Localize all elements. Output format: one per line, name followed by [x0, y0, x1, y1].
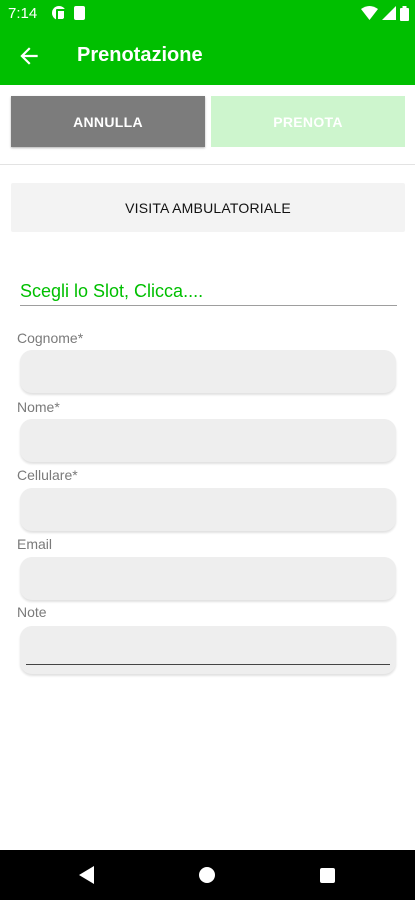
battery-icon	[400, 5, 409, 21]
wifi-icon	[361, 6, 378, 20]
name-label: Nome*	[17, 399, 60, 415]
app-notification-icon	[52, 6, 67, 21]
slot-selector-label: Scegli lo Slot, Clicca....	[20, 281, 204, 301]
name-field[interactable]	[20, 419, 396, 462]
arrow-left-icon[interactable]	[16, 43, 42, 69]
signal-icon	[382, 6, 396, 20]
nav-home-icon[interactable]	[199, 867, 215, 883]
sd-card-icon	[74, 6, 85, 20]
status-time: 7:14	[8, 5, 38, 22]
page-title: Prenotazione	[77, 44, 203, 66]
cancel-button[interactable]: ANNULLA	[11, 96, 205, 147]
navigation-bar	[0, 850, 415, 900]
notes-field[interactable]	[20, 626, 396, 674]
phone-field[interactable]	[20, 488, 396, 531]
email-label: Email	[17, 536, 53, 552]
action-row: ANNULLA PRENOTA	[0, 85, 415, 165]
email-field[interactable]	[20, 557, 396, 600]
service-type-card: VISITA AMBULATORIALE	[11, 183, 405, 232]
status-bar: 7:14	[0, 0, 415, 27]
surname-label: Cognome*	[17, 330, 84, 346]
slot-selector[interactable]: Scegli lo Slot, Clicca....	[20, 278, 397, 306]
notes-underline	[26, 664, 390, 665]
notes-label: Note	[17, 604, 47, 620]
surname-field[interactable]	[20, 350, 396, 393]
nav-recents-icon[interactable]	[320, 868, 335, 883]
service-type-label: VISITA AMBULATORIALE	[125, 199, 291, 216]
phone-label: Cellulare*	[17, 467, 78, 483]
app-bar: Prenotazione	[0, 27, 415, 85]
status-right-icons	[361, 4, 409, 22]
nav-back-icon[interactable]	[79, 866, 94, 884]
book-button[interactable]: PRENOTA	[211, 96, 405, 147]
